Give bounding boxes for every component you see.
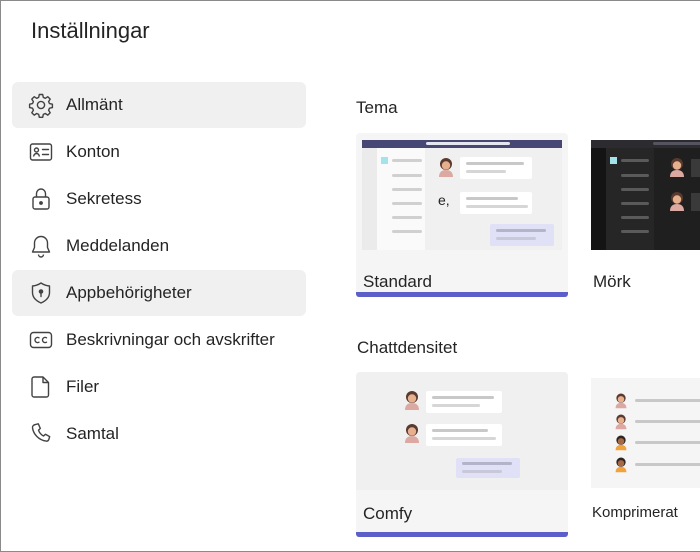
cc-icon	[28, 327, 54, 353]
sidebar-item-notifications[interactable]: Meddelanden	[12, 223, 306, 269]
phone-icon	[28, 421, 54, 447]
chat-density-section-title: Chattdensitet	[357, 338, 458, 357]
avatar-icon	[402, 422, 422, 444]
avatar-icon	[436, 156, 456, 178]
sidebar-item-label: Appbehörigheter	[66, 283, 192, 302]
avatar-icon	[613, 413, 629, 430]
standard-preview-text: e,	[438, 192, 450, 208]
density-option-comfy[interactable]: Comfy	[356, 372, 568, 537]
bell-icon	[28, 233, 54, 259]
page-title: Inställningar	[31, 18, 150, 43]
sidebar-item-calls[interactable]: Samtal	[12, 411, 306, 457]
lock-icon	[28, 186, 54, 212]
sidebar-item-label: Beskrivningar och avskrifter	[66, 330, 275, 349]
density-option-compact[interactable]: Komprimerat	[591, 378, 700, 538]
standard-theme-preview: e,	[362, 140, 562, 250]
dark-theme-preview	[591, 140, 700, 250]
avatar-icon	[667, 190, 687, 212]
sidebar-item-general[interactable]: Allmänt	[12, 82, 306, 128]
avatar-icon	[613, 392, 629, 409]
settings-window: Inställningar Allmänt Konton Sekretess M…	[0, 0, 700, 552]
sidebar-item-label: Sekretess	[66, 189, 142, 208]
avatar-icon	[613, 434, 629, 451]
theme-option-standard[interactable]: e, Standard	[356, 133, 568, 297]
avatar-icon	[613, 456, 629, 473]
theme-option-dark[interactable]: Mörk	[591, 133, 700, 297]
avatar-icon	[402, 389, 422, 411]
sidebar-item-captions[interactable]: Beskrivningar och avskrifter	[12, 317, 306, 363]
file-icon	[28, 374, 54, 400]
theme-option-label: Mörk	[593, 272, 631, 291]
id-card-icon	[28, 139, 54, 165]
sidebar-item-label: Filer	[66, 377, 100, 396]
sidebar-item-files[interactable]: Filer	[12, 364, 306, 410]
compact-density-preview	[591, 378, 700, 488]
density-option-label: Komprimerat	[592, 504, 678, 521]
sidebar-item-app-permissions[interactable]: Appbehörigheter	[12, 270, 306, 316]
theme-option-label: Standard	[363, 272, 432, 291]
sidebar-item-privacy[interactable]: Sekretess	[12, 176, 306, 222]
sidebar-item-label: Samtal	[66, 424, 119, 443]
sidebar-item-label: Meddelanden	[66, 236, 170, 255]
sidebar-item-accounts[interactable]: Konton	[12, 129, 306, 175]
sidebar-item-label: Konton	[66, 142, 120, 161]
selected-indicator	[356, 532, 568, 537]
sidebar-item-label: Allmänt	[66, 95, 123, 114]
gear-icon	[28, 92, 54, 118]
avatar-icon	[667, 156, 687, 178]
comfy-density-preview	[356, 372, 568, 490]
shield-icon	[28, 280, 54, 306]
selected-indicator	[356, 292, 568, 297]
density-option-label: Comfy	[363, 504, 413, 523]
theme-section-title: Tema	[356, 98, 398, 117]
